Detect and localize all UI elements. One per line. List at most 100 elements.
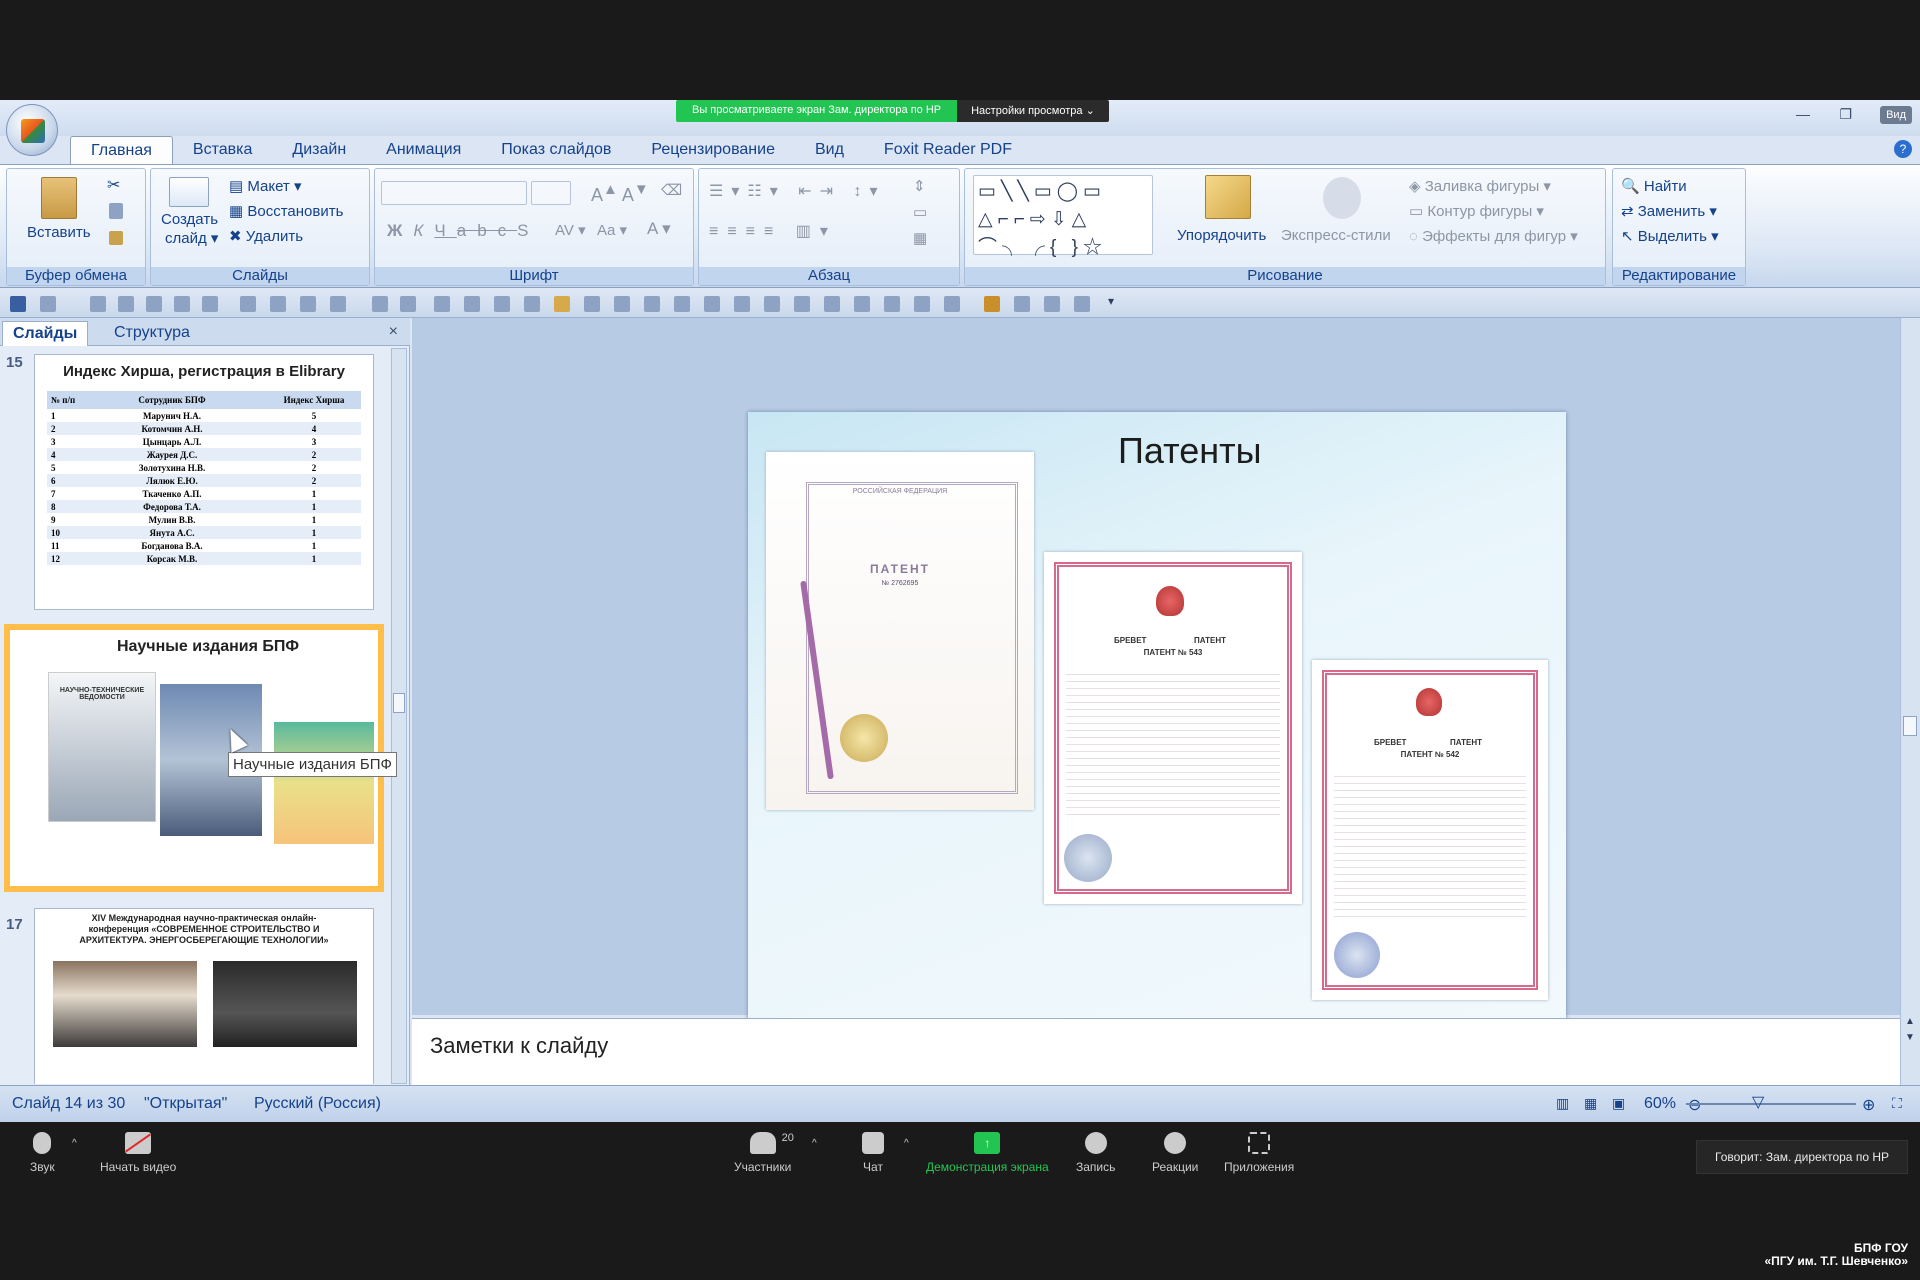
tab-slides[interactable]: Слайды: [2, 321, 89, 346]
arrange-button[interactable]: Упорядочить: [1177, 227, 1266, 244]
print-icon[interactable]: [118, 296, 134, 312]
tool-icon[interactable]: [330, 296, 346, 312]
tool-icon[interactable]: [734, 296, 750, 312]
share-screen-button[interactable]: ↑ Демонстрация экрана: [926, 1132, 1049, 1174]
quick-styles-button[interactable]: Экспресс-стили: [1281, 227, 1391, 244]
audio-button[interactable]: Звук: [30, 1132, 55, 1174]
shapes-gallery[interactable]: ▭╲╲▭◯▭ △⌐⌐⇨⇩△ ⌒╮╭{ }☆: [973, 175, 1153, 258]
font-style-buttons[interactable]: ЖКЧabcS: [387, 221, 540, 241]
tool-icon[interactable]: [464, 296, 480, 312]
new-slide-icon[interactable]: [169, 177, 209, 207]
patent-document-2[interactable]: БРЕВЕТ ПАТЕНТ ПАТЕНТ № 543: [1044, 552, 1302, 904]
normal-view-icon[interactable]: ▥: [1556, 1095, 1569, 1112]
tool-icon[interactable]: [400, 296, 416, 312]
smartart-icon[interactable]: ▦: [913, 229, 927, 247]
text-direction-icon[interactable]: ⇕: [913, 177, 926, 195]
tool-icon[interactable]: [1074, 296, 1090, 312]
zoom-in-icon[interactable]: ⊕: [1862, 1095, 1875, 1115]
language[interactable]: Русский (Россия): [254, 1095, 381, 1113]
image-icon[interactable]: [202, 296, 218, 312]
help-icon[interactable]: ?: [1894, 140, 1912, 158]
copy-icon[interactable]: [109, 203, 123, 219]
participants-button[interactable]: 20 Участники: [734, 1132, 794, 1174]
slide-editor[interactable]: Патенты РОССИЙСКАЯ ФЕДЕРАЦИЯ ПАТЕНТ № 27…: [412, 318, 1900, 1024]
char-spacing-icon[interactable]: AV ▾: [555, 221, 586, 239]
tool-icon[interactable]: [584, 296, 600, 312]
tab-design[interactable]: Дизайн: [272, 136, 366, 164]
tool-icon[interactable]: [1014, 296, 1030, 312]
record-button[interactable]: Запись: [1076, 1132, 1115, 1174]
tab-outline[interactable]: Структура: [104, 321, 200, 345]
patent-document-3[interactable]: БРЕВЕТ ПАТЕНТ ПАТЕНТ № 542: [1312, 660, 1548, 1000]
scroll-thumb[interactable]: [393, 693, 405, 713]
align-buttons[interactable]: ≡≡≡≡ ▥▾: [709, 221, 837, 241]
tool-icon[interactable]: [704, 296, 720, 312]
audio-options-icon[interactable]: ^: [72, 1138, 77, 1149]
zoom-slider[interactable]: [1686, 1103, 1856, 1105]
slideshow-view-icon[interactable]: ▣: [1612, 1095, 1625, 1112]
paste-icon[interactable]: [41, 177, 77, 219]
view-button[interactable]: Вид: [1880, 106, 1912, 124]
tool-icon[interactable]: [944, 296, 960, 312]
customize-qat-icon[interactable]: ▾: [1108, 294, 1114, 308]
tool-icon[interactable]: [614, 296, 630, 312]
prev-slide-icon[interactable]: ▲: [1905, 1016, 1915, 1027]
tool-icon[interactable]: [174, 296, 190, 312]
chat-options-icon[interactable]: ^: [904, 1138, 909, 1149]
shape-fill-button[interactable]: ◈ Заливка фигуры ▾: [1409, 177, 1551, 195]
tab-foxit[interactable]: Foxit Reader PDF: [864, 136, 1032, 164]
zoom-level[interactable]: 60%: [1644, 1095, 1676, 1113]
redo-icon[interactable]: [90, 296, 106, 312]
tab-animation[interactable]: Анимация: [366, 136, 481, 164]
font-name-field[interactable]: [381, 181, 527, 205]
open-icon[interactable]: [554, 296, 570, 312]
create-slide-button[interactable]: Создать: [161, 211, 218, 228]
tool-icon[interactable]: [524, 296, 540, 312]
restore-icon[interactable]: ❐: [1839, 106, 1852, 123]
notes-pane[interactable]: Заметки к слайду: [412, 1018, 1900, 1085]
font-size-field[interactable]: [531, 181, 571, 205]
slide-thumbnail-15[interactable]: Индекс Хирша, регистрация в Elibrary № п…: [34, 354, 374, 610]
tool-icon[interactable]: [854, 296, 870, 312]
tab-slideshow[interactable]: Показ слайдов: [481, 136, 631, 164]
layout-button[interactable]: ▤ Макет ▾: [229, 177, 302, 195]
close-icon[interactable]: ×: [389, 323, 398, 341]
tool-icon[interactable]: [494, 296, 510, 312]
chat-button[interactable]: Чат: [862, 1132, 884, 1174]
tool-icon[interactable]: [300, 296, 316, 312]
grow-font-icon[interactable]: A▲ A▼: [591, 181, 649, 206]
tab-view[interactable]: Вид: [795, 136, 864, 164]
participants-options-icon[interactable]: ^: [812, 1138, 817, 1149]
tool-icon[interactable]: [434, 296, 450, 312]
zoom-out-icon[interactable]: ⊖: [1688, 1095, 1701, 1115]
replace-button[interactable]: ⇄ Заменить ▾: [1621, 202, 1717, 220]
quick-styles-icon[interactable]: [1323, 177, 1361, 219]
tool-icon[interactable]: [824, 296, 840, 312]
tool-icon[interactable]: [794, 296, 810, 312]
cut-icon[interactable]: ✂: [107, 175, 120, 195]
tool-icon[interactable]: [240, 296, 256, 312]
tool-icon[interactable]: [914, 296, 930, 312]
office-button[interactable]: [6, 104, 58, 156]
minimize-icon[interactable]: —: [1796, 106, 1810, 122]
select-button[interactable]: ↖ Выделить ▾: [1621, 227, 1719, 245]
tab-review[interactable]: Рецензирование: [631, 136, 795, 164]
shape-outline-button[interactable]: ▭ Контур фигуры ▾: [1409, 202, 1544, 220]
list-buttons[interactable]: ☰▾☷▾ ⇤⇥ ↕▾: [709, 181, 885, 201]
current-slide[interactable]: Патенты РОССИЙСКАЯ ФЕДЕРАЦИЯ ПАТЕНТ № 27…: [748, 412, 1566, 1024]
format-painter-icon[interactable]: [109, 231, 123, 245]
zoom-thumb-icon[interactable]: ▽: [1752, 1092, 1764, 1112]
arrange-icon[interactable]: [1205, 175, 1251, 219]
paste-button[interactable]: Вставить: [27, 224, 91, 241]
font-color-icon[interactable]: A ▾: [647, 219, 671, 239]
shape-effects-button[interactable]: ◌ Эффекты для фигур ▾: [1409, 227, 1578, 245]
view-settings-button[interactable]: Настройки просмотра ⌄: [957, 100, 1109, 122]
tool-icon[interactable]: [984, 296, 1000, 312]
scroll-thumb[interactable]: [1903, 716, 1917, 736]
tool-icon[interactable]: [372, 296, 388, 312]
find-button[interactable]: 🔍 Найти: [1621, 177, 1687, 195]
next-slide-icon[interactable]: ▼: [1905, 1032, 1915, 1043]
tool-icon[interactable]: [270, 296, 286, 312]
delete-slide-button[interactable]: ✖ Удалить: [229, 227, 303, 245]
video-button[interactable]: Начать видео: [100, 1132, 176, 1174]
